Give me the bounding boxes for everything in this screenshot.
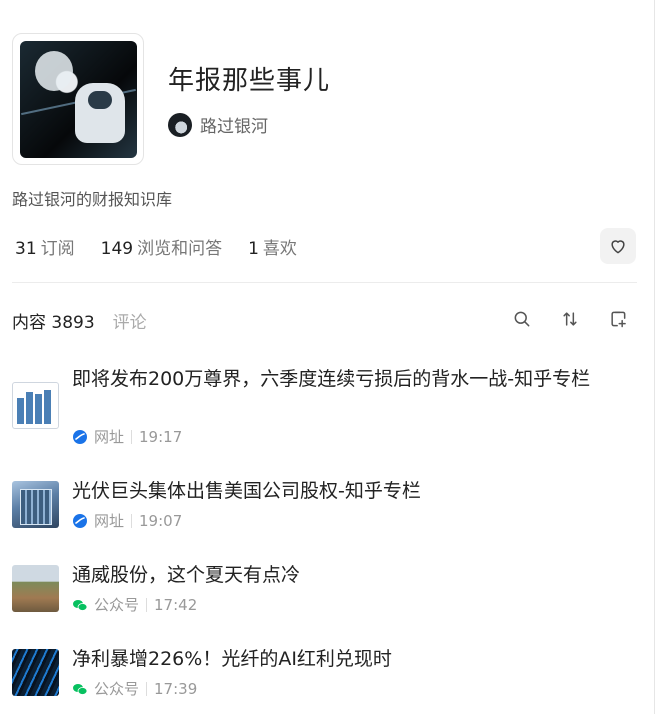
divider xyxy=(12,282,637,283)
add-content-button[interactable] xyxy=(607,308,629,330)
content-tabs: 内容 3893 评论 xyxy=(12,308,147,333)
page-title: 年报那些事儿 xyxy=(168,66,331,96)
heart-icon xyxy=(611,240,625,254)
thumbnail-image xyxy=(12,565,59,612)
stat-value: 31 xyxy=(15,239,37,259)
stat-likes[interactable]: 1 喜欢 xyxy=(248,234,297,259)
item-meta: 公众号 17:42 xyxy=(72,594,197,615)
item-title: 光伏巨头集体出售美国公司股权-知乎专栏 xyxy=(72,480,421,502)
stat-subscriptions[interactable]: 31 订阅 xyxy=(15,234,75,259)
item-meta: 公众号 17:39 xyxy=(72,678,197,699)
stat-label: 喜欢 xyxy=(262,239,297,259)
thumbnail-image xyxy=(12,649,59,696)
item-meta: 网址 19:07 xyxy=(72,510,182,531)
tab-comments[interactable]: 评论 xyxy=(113,308,147,333)
item-title: 通威股份，这个夏天有点冷 xyxy=(72,564,301,586)
separator xyxy=(131,513,133,528)
item-time: 17:39 xyxy=(154,679,198,698)
item-source: 网址 xyxy=(94,512,125,530)
globe-icon xyxy=(72,429,88,445)
item-source: 公众号 xyxy=(94,680,140,698)
description: 路过银河的财报知识库 xyxy=(12,190,173,209)
stat-value: 149 xyxy=(100,239,134,259)
search-button[interactable] xyxy=(511,308,533,330)
search-icon xyxy=(514,311,530,327)
stat-label: 浏览和问答 xyxy=(137,239,223,259)
like-button[interactable] xyxy=(600,228,636,264)
wechat-icon xyxy=(72,681,88,697)
add-document-icon xyxy=(611,311,626,328)
stat-label: 订阅 xyxy=(40,239,75,259)
item-time: 19:17 xyxy=(139,427,183,446)
item-time: 19:07 xyxy=(139,511,183,530)
stat-views[interactable]: 149 浏览和问答 xyxy=(101,234,222,259)
panel-border xyxy=(654,0,655,714)
item-title: 净利暴增226%！光纤的AI红利兑现时 xyxy=(72,648,392,670)
author-link[interactable]: 路过银河 xyxy=(168,112,268,137)
separator xyxy=(131,429,133,444)
stat-value: 1 xyxy=(248,239,259,259)
item-meta: 网址 19:17 xyxy=(72,426,182,447)
stats-bar: 31 订阅 149 浏览和问答 1 喜欢 xyxy=(15,234,323,259)
separator xyxy=(146,681,148,696)
tab-content[interactable]: 内容 3893 xyxy=(12,308,95,333)
author-name: 路过银河 xyxy=(200,117,268,137)
knowledge-base-cover xyxy=(12,33,144,165)
separator xyxy=(146,597,148,612)
item-source: 公众号 xyxy=(94,596,140,614)
thumbnail-image xyxy=(12,481,59,528)
item-title: 即将发布200万尊界，六季度连续亏损后的背水一战-知乎专栏 xyxy=(72,368,591,390)
thumbnail-image xyxy=(12,382,59,429)
sort-icon xyxy=(563,312,577,326)
globe-icon xyxy=(72,513,88,529)
cover-image xyxy=(20,41,137,158)
sort-button[interactable] xyxy=(559,308,581,330)
item-time: 17:42 xyxy=(154,595,198,614)
wechat-icon xyxy=(72,597,88,613)
item-source: 网址 xyxy=(94,428,125,446)
avatar xyxy=(168,112,192,137)
